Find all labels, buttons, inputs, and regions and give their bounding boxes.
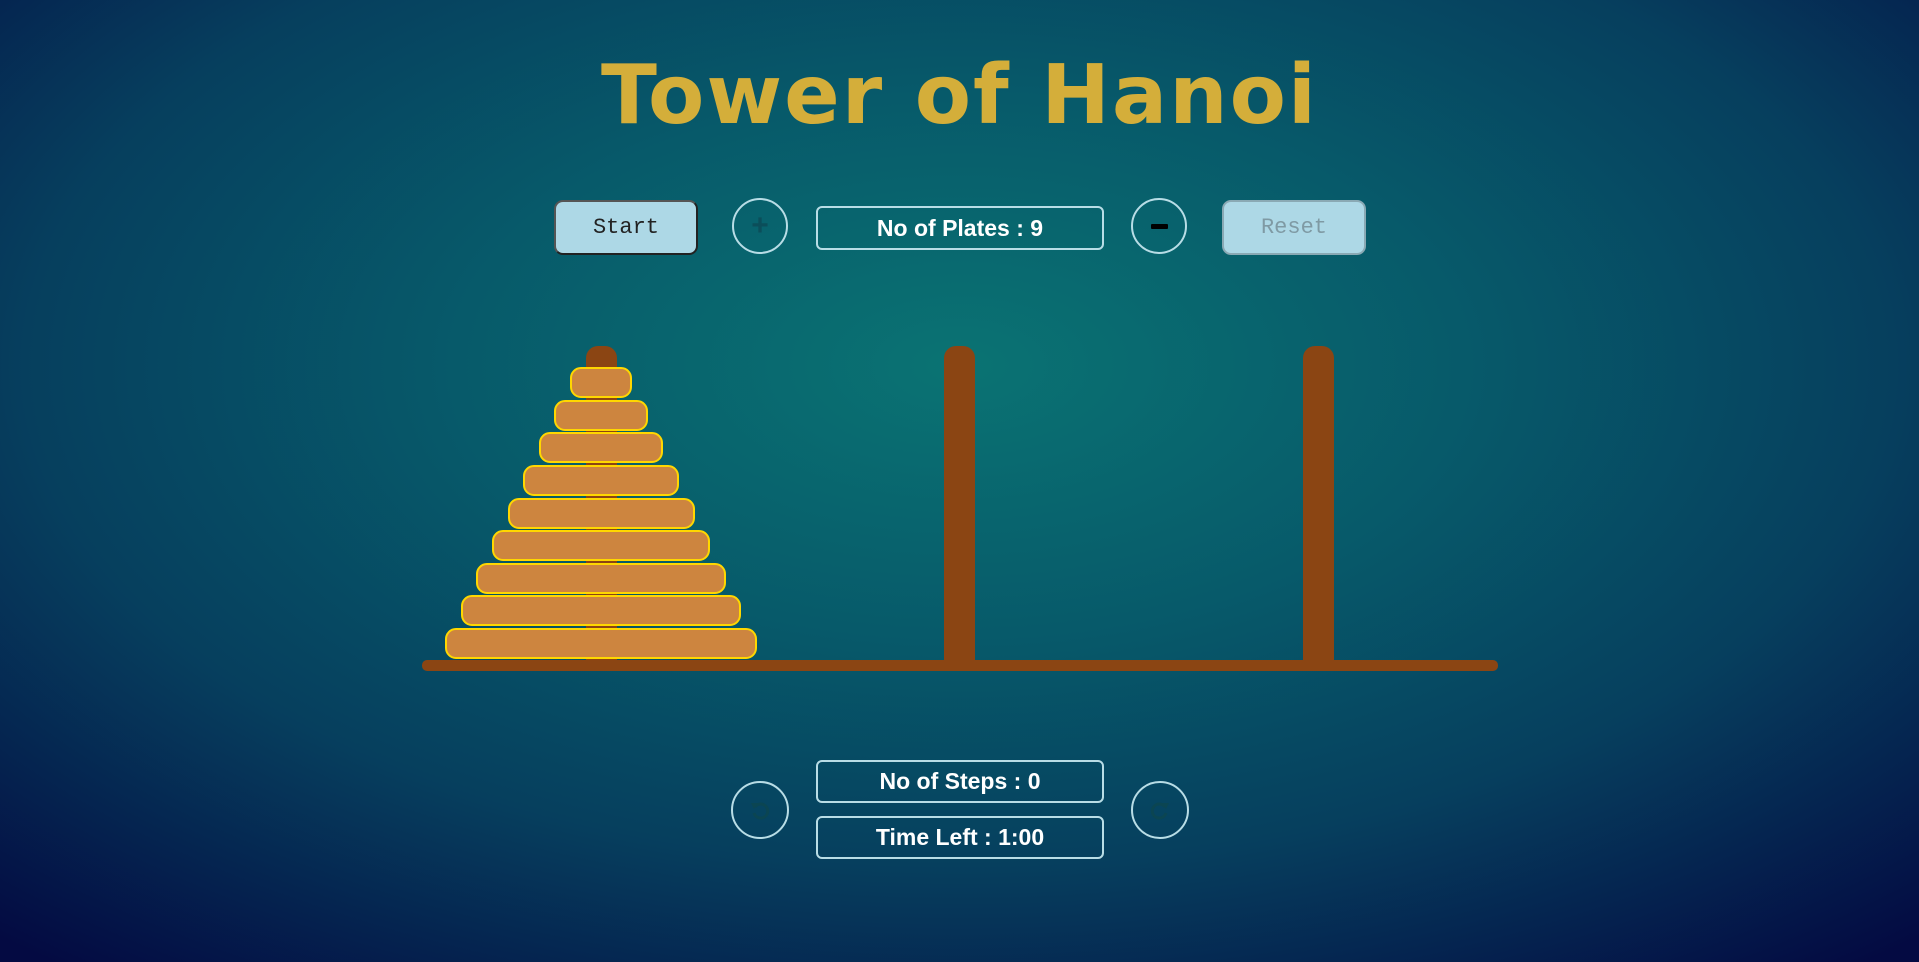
disk-7[interactable] (476, 562, 726, 594)
redo-icon (1150, 802, 1169, 820)
peg-2[interactable] (944, 346, 975, 662)
remove-plate-button[interactable] (1131, 198, 1187, 254)
disk-2[interactable] (554, 399, 648, 431)
reset-button[interactable]: Reset (1222, 200, 1366, 255)
minus-icon (1150, 223, 1168, 229)
plus-icon: + (751, 209, 769, 242)
page-title: Tower of Hanoi (600, 48, 1319, 143)
add-plate-button[interactable]: + (732, 198, 788, 254)
disk-8[interactable] (460, 595, 742, 627)
disk-6[interactable] (491, 530, 711, 562)
base (422, 660, 1498, 671)
disk-1[interactable] (569, 367, 633, 399)
redo-button[interactable] (1131, 781, 1189, 839)
disk-9[interactable] (445, 628, 757, 659)
undo-icon (751, 802, 770, 820)
peg-3[interactable] (1303, 346, 1334, 662)
steps-display: No of Steps : 0 (816, 760, 1104, 803)
start-button[interactable]: Start (554, 200, 698, 255)
time-left-display: Time Left : 1:00 (816, 816, 1104, 859)
disk-3[interactable] (538, 432, 664, 464)
disk-5[interactable] (507, 497, 695, 529)
undo-button[interactable] (731, 781, 789, 839)
disk-4[interactable] (523, 465, 679, 496)
plates-count-display: No of Plates : 9 (816, 206, 1104, 250)
